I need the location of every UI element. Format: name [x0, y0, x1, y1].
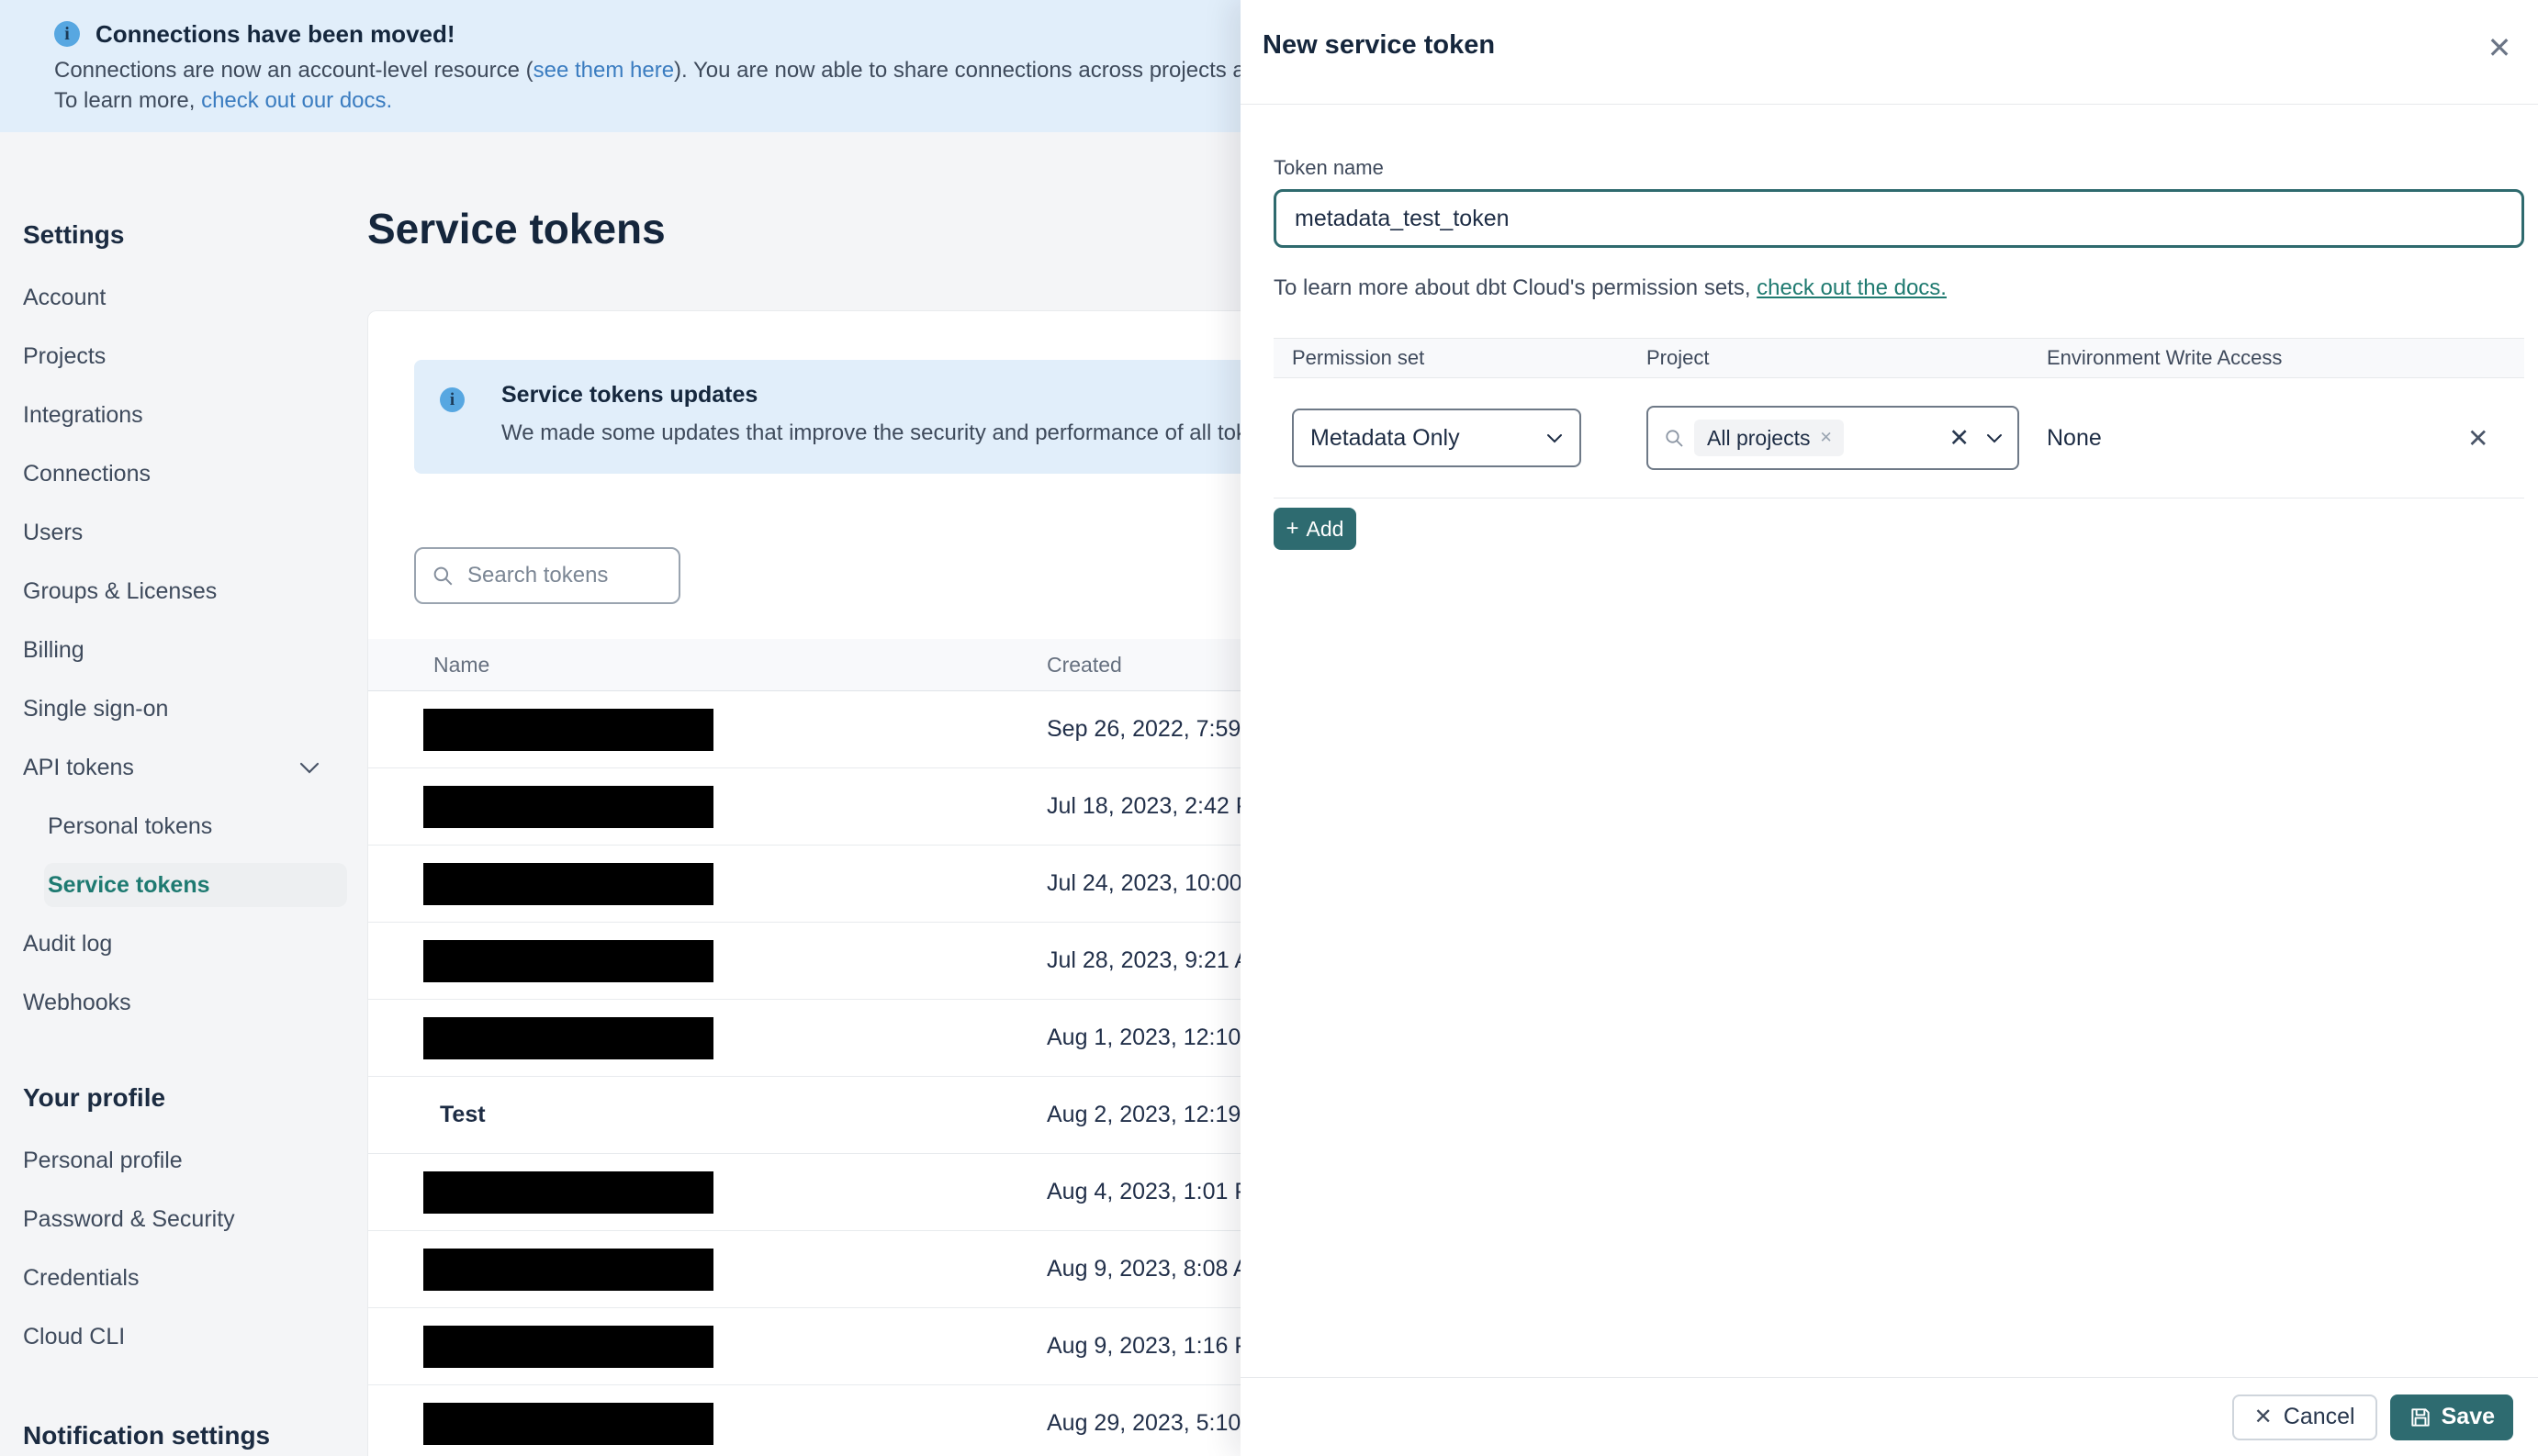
redacted-name-bar	[423, 1170, 713, 1214]
permission-set-select[interactable]: Metadata Only	[1292, 409, 1581, 467]
add-button-label: Add	[1306, 516, 1344, 541]
app-root: i Connections have been moved! Connectio…	[0, 0, 2538, 1456]
sidebar-item[interactable]: Projects	[23, 327, 347, 386]
remove-row-icon[interactable]: ✕	[2451, 423, 2488, 454]
project-chip-label: All projects	[1707, 425, 1811, 450]
plus-icon: +	[1286, 516, 1299, 541]
search-icon	[431, 564, 455, 588]
permissions-table: Permission set Project Environment Write…	[1274, 338, 2524, 498]
search-tokens-box[interactable]	[414, 547, 680, 604]
sidebar-item[interactable]: Personal profile	[23, 1131, 347, 1190]
permission-row: Metadata Only All projects ✕ ✕ None ✕	[1274, 378, 2524, 498]
help-pre: To learn more about dbt Cloud's permissi…	[1274, 275, 1758, 300]
chevron-down-icon	[299, 762, 320, 774]
drawer-footer: ✕ Cancel Save	[1241, 1377, 2538, 1456]
token-name-cell	[368, 1016, 1047, 1059]
token-name-cell	[368, 1170, 1047, 1214]
token-name-cell	[368, 862, 1047, 905]
environment-write-access-value: None	[2047, 424, 2102, 451]
save-icon	[2409, 1406, 2432, 1429]
column-header-project: Project	[1646, 346, 1710, 369]
close-icon[interactable]: ✕	[2479, 28, 2520, 68]
sidebar-item[interactable]: Single sign-on	[23, 679, 347, 738]
save-button[interactable]: Save	[2389, 1394, 2513, 1440]
new-service-token-drawer: New service token ✕ Token name To learn …	[1241, 0, 2538, 1456]
sidebar-item[interactable]: Connections	[23, 444, 347, 503]
column-header-env-write-access: Environment Write Access	[2047, 346, 2283, 369]
banner-more-pre: To learn more,	[54, 88, 202, 113]
chip-remove-icon[interactable]: ✕	[1819, 429, 1832, 447]
redacted-name-bar	[423, 1248, 713, 1291]
cancel-button[interactable]: ✕ Cancel	[2231, 1394, 2377, 1440]
sidebar-item[interactable]: Audit log	[23, 914, 347, 973]
column-header-name: Name	[433, 652, 490, 677]
token-name-cell	[368, 1325, 1047, 1368]
permission-help-text: To learn more about dbt Cloud's permissi…	[1274, 275, 2524, 301]
page-title: Service tokens	[367, 205, 666, 252]
token-name-cell	[368, 1248, 1047, 1291]
add-permission-button[interactable]: + Add	[1274, 508, 1356, 550]
redacted-name-bar	[423, 1402, 713, 1445]
permission-set-value: Metadata Only	[1310, 424, 1460, 451]
sidebar-item[interactable]: API tokens	[23, 738, 347, 797]
chevron-down-icon	[1546, 433, 1563, 443]
token-name-cell	[368, 785, 1047, 828]
settings-nav: Account Projects Integrations Connection…	[23, 268, 367, 1032]
sidebar-item[interactable]: Cloud CLI	[23, 1307, 347, 1366]
token-name-input[interactable]	[1274, 189, 2524, 248]
info-icon: i	[54, 21, 80, 47]
sidebar-item[interactable]: Billing	[23, 621, 347, 679]
sidebar-item[interactable]: Personal tokens	[44, 797, 347, 856]
token-name-cell	[368, 1402, 1047, 1445]
sidebar-item[interactable]: Users	[23, 503, 347, 562]
banner-body: Connections are now an account-level res…	[54, 58, 1418, 84]
sidebar-item[interactable]: Webhooks	[23, 973, 347, 1032]
token-name-cell	[368, 939, 1047, 982]
sidebar-item[interactable]: Account	[23, 268, 347, 327]
project-multiselect[interactable]: All projects ✕ ✕	[1646, 406, 2019, 470]
see-them-here-link[interactable]: see them here	[533, 58, 674, 83]
sidebar-item[interactable]: Service tokens	[44, 863, 347, 907]
sidebar-item[interactable]: Password & Security	[23, 1190, 347, 1249]
sidebar-item[interactable]: Integrations	[23, 386, 347, 444]
redacted-name-bar	[423, 1325, 713, 1368]
drawer-title: New service token	[1263, 30, 1496, 60]
token-name-label: Token name	[1274, 156, 1384, 179]
redacted-name-bar	[423, 862, 713, 905]
sidebar-heading-your-profile: Your profile	[23, 1083, 166, 1112]
redacted-name-bar	[423, 785, 713, 828]
redacted-name-bar	[423, 939, 713, 982]
search-tokens-input[interactable]	[466, 562, 666, 589]
sidebar-heading-notification-settings: Notification settings	[23, 1421, 271, 1450]
token-name-cell: Test	[368, 1102, 1047, 1128]
check-the-docs-link[interactable]: check out the docs.	[1757, 275, 1947, 300]
sidebar-heading-settings: Settings	[23, 220, 125, 249]
check-our-docs-link[interactable]: check out our docs.	[201, 88, 392, 113]
info-icon: i	[440, 387, 465, 412]
clear-selection-icon[interactable]: ✕	[1948, 424, 1970, 453]
banner-more: To learn more, check out our docs.	[54, 88, 392, 114]
chevron-down-icon[interactable]	[1986, 433, 2003, 443]
profile-nav: Personal profile Password & Security Cre…	[23, 1131, 367, 1366]
banner-body-pre: Connections are now an account-level res…	[54, 58, 533, 83]
banner-title: Connections have been moved!	[95, 20, 455, 48]
project-chip: All projects ✕	[1694, 420, 1844, 456]
close-icon: ✕	[2253, 1405, 2273, 1429]
cancel-button-label: Cancel	[2283, 1404, 2355, 1429]
settings-sidebar: Settings Account Projects Integrations C…	[0, 132, 367, 1456]
token-name: Test	[440, 1102, 486, 1127]
drawer-body: Token name To learn more about dbt Cloud…	[1241, 104, 2538, 1377]
token-name-cell	[368, 708, 1047, 751]
sidebar-item[interactable]: Groups & Licenses	[23, 562, 347, 621]
search-icon	[1663, 427, 1685, 449]
column-header-permission-set: Permission set	[1292, 346, 1425, 369]
permissions-header: Permission set Project Environment Write…	[1274, 338, 2524, 378]
redacted-name-bar	[423, 708, 713, 751]
sidebar-item[interactable]: Credentials	[23, 1249, 347, 1307]
save-button-label: Save	[2441, 1404, 2495, 1429]
redacted-name-bar	[423, 1016, 713, 1059]
